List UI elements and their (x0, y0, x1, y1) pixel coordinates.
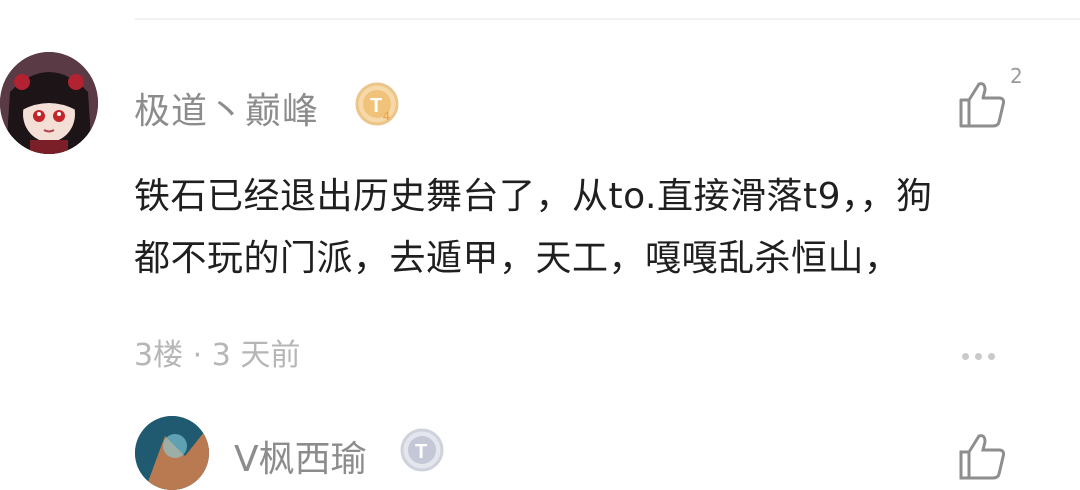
comment-time: 3 天前 (211, 338, 301, 373)
like-count: 2 (1010, 64, 1023, 88)
floor-number: 3楼 (134, 338, 184, 373)
svg-text:4: 4 (383, 109, 390, 123)
comment-text-line: 铁石已经退出历史舞台了，从to.直接滑落t9，，狗 (134, 176, 933, 217)
meta-separator: · (192, 338, 203, 373)
user-avatar[interactable] (135, 416, 209, 490)
svg-text:T: T (370, 95, 382, 117)
comment-meta: 3楼 · 3 天前 (134, 330, 300, 374)
more-dot (975, 353, 982, 360)
comment-username[interactable]: V枫西瑜 (234, 430, 367, 482)
like-button[interactable] (955, 430, 1011, 482)
more-dot (988, 353, 995, 360)
level-badge-icon: T 4 (355, 82, 401, 128)
top-divider (135, 18, 1080, 20)
like-button[interactable] (955, 78, 1011, 130)
comment-username[interactable]: 极道丶巅峰 (134, 82, 319, 134)
level-badge-icon: T (400, 428, 446, 474)
comment-text: 铁石已经退出历史舞台了，从to.直接滑落t9，，狗 都不玩的门派，去遁甲，天工，… (134, 166, 1034, 290)
thumbs-up-icon (959, 82, 1005, 128)
thumbs-up-icon (959, 434, 1005, 480)
svg-text:T: T (415, 441, 427, 463)
more-button[interactable] (962, 345, 1006, 361)
more-dots-icon (962, 353, 969, 360)
comment-text-line: 都不玩的门派，去遁甲，天工，嘎嘎乱杀恒山， (134, 238, 901, 279)
user-avatar[interactable] (0, 52, 98, 154)
